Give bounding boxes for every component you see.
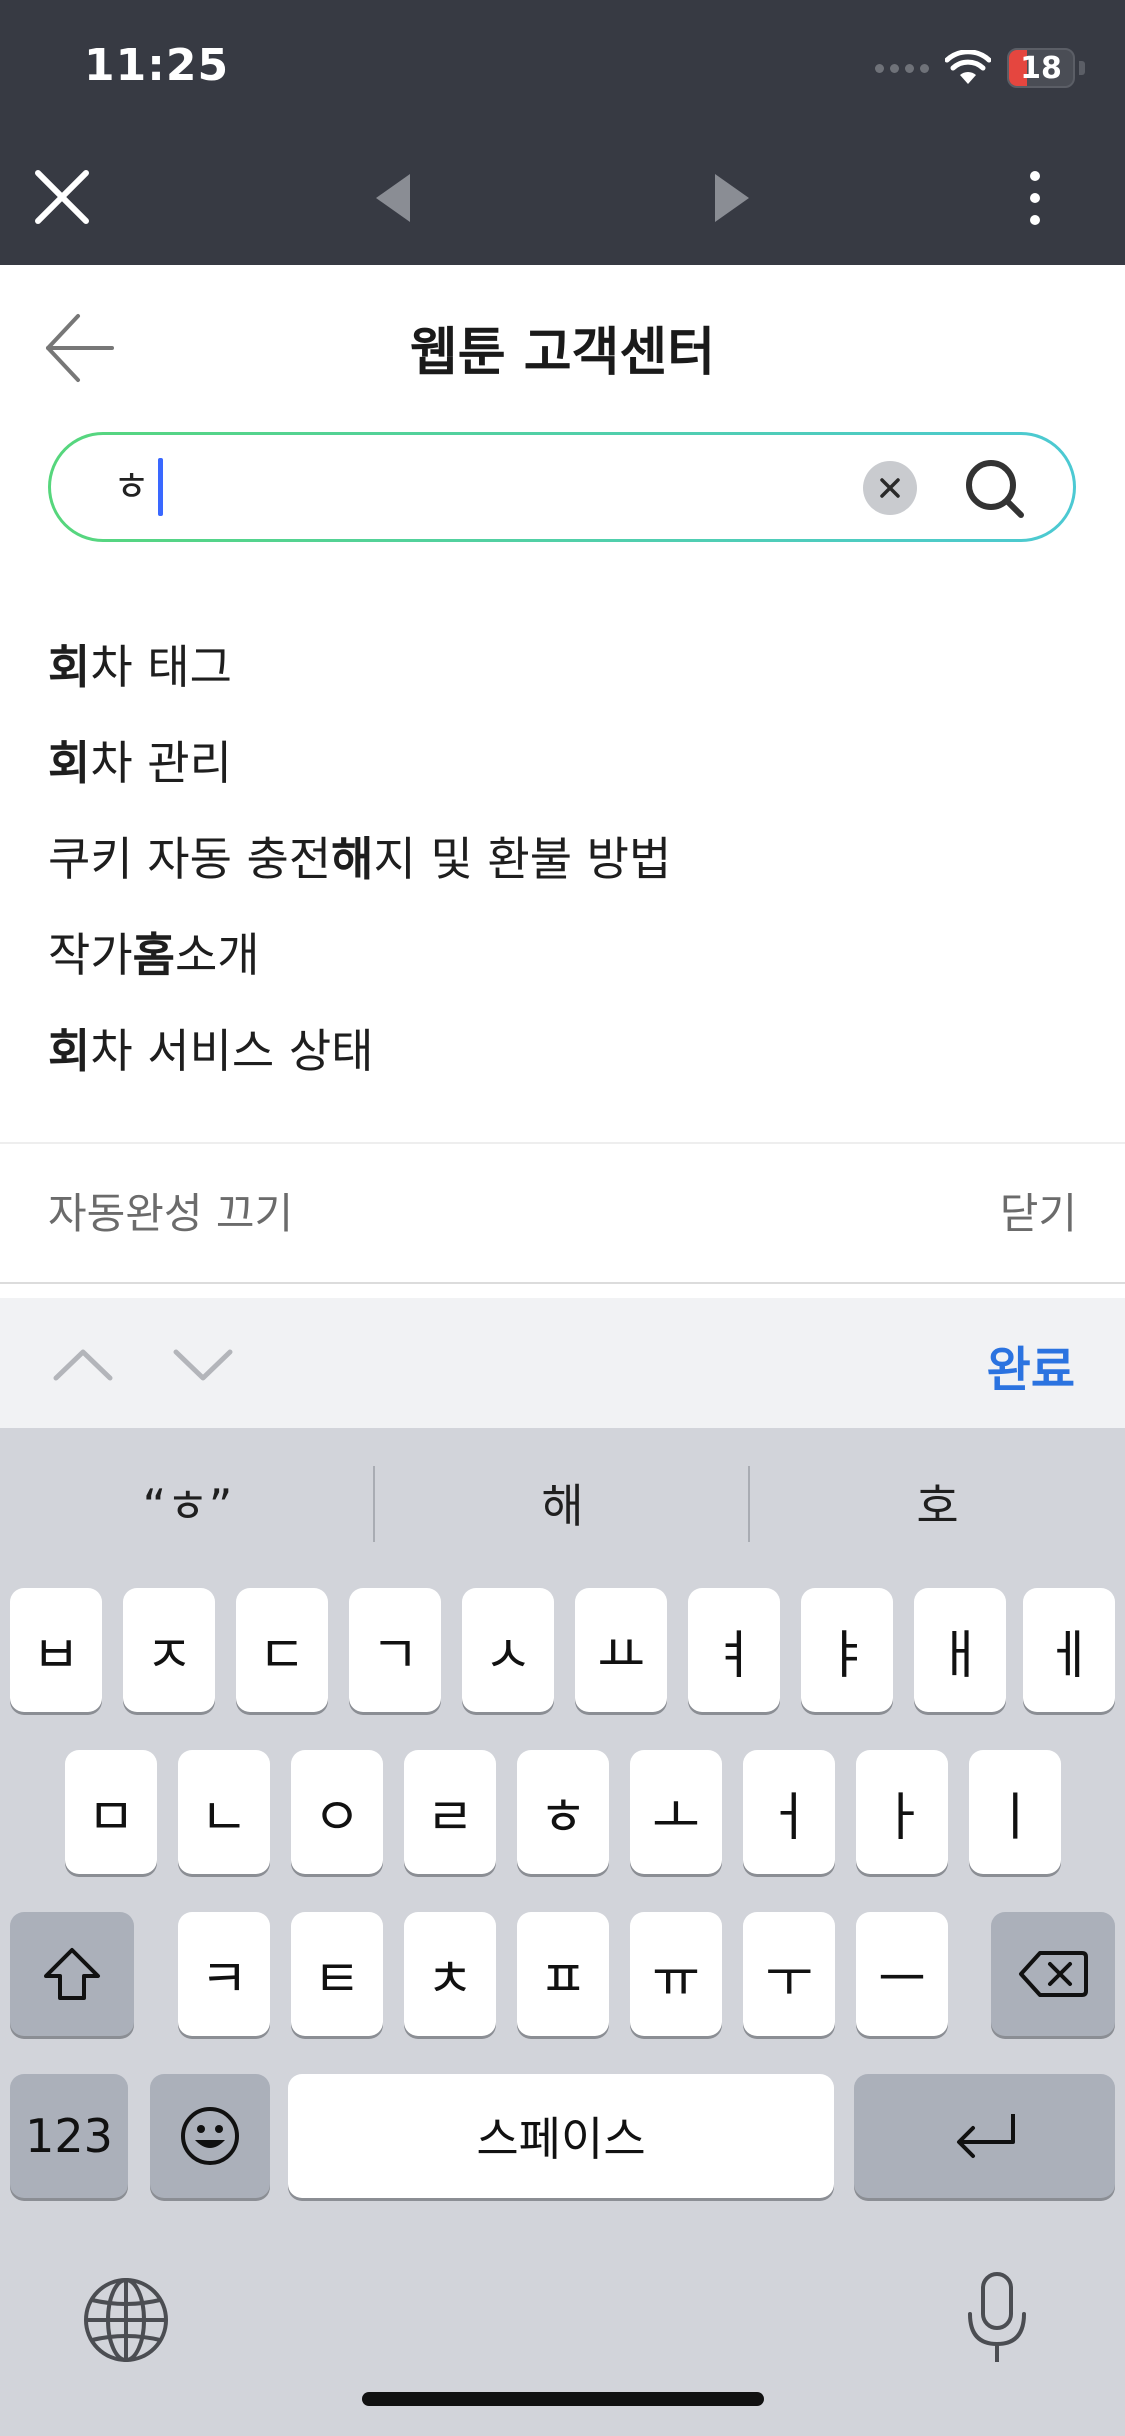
divider xyxy=(0,1282,1125,1284)
back-arrow-icon[interactable] xyxy=(370,170,420,226)
key[interactable]: ㅂ xyxy=(10,1588,102,1712)
key[interactable]: ㅕ xyxy=(688,1588,780,1712)
key[interactable]: ㅈ xyxy=(123,1588,215,1712)
battery-icon: 18 xyxy=(1007,48,1075,88)
prediction-item[interactable]: “ㅎ” xyxy=(0,1428,375,1578)
key[interactable]: ㅠ xyxy=(630,1912,722,2036)
search-input-value: ㅎ xyxy=(113,464,150,510)
chevron-up-icon[interactable] xyxy=(50,1336,116,1392)
space-key[interactable]: 스페이스 xyxy=(288,2074,834,2198)
key[interactable]: ㄱ xyxy=(349,1588,441,1712)
key[interactable]: ㅊ xyxy=(404,1912,496,2036)
autocomplete-off-button[interactable]: 자동완성 끄기 xyxy=(48,1180,293,1241)
return-key[interactable] xyxy=(854,2074,1115,2198)
autocomplete-list: 회차 태그 회차 관리 쿠키 자동 충전 해지 및 환불 방법 작가 홈 소개 … xyxy=(48,616,1078,1096)
key[interactable]: ㅡ xyxy=(856,1912,948,2036)
text-caret xyxy=(157,458,163,516)
emoji-key[interactable] xyxy=(150,2074,270,2198)
key[interactable]: ㅋ xyxy=(178,1912,270,2036)
shift-icon xyxy=(44,1948,100,2000)
key[interactable]: ㅜ xyxy=(743,1912,835,2036)
chevron-down-icon[interactable] xyxy=(170,1336,236,1392)
suggestion-item[interactable]: 회차 관리 xyxy=(48,712,1078,808)
forward-arrow-icon[interactable] xyxy=(705,170,755,226)
browser-toolbar: 11:25 18 xyxy=(0,0,1125,265)
key[interactable]: ㅣ xyxy=(969,1750,1061,1874)
microphone-icon[interactable] xyxy=(962,2268,1032,2368)
key[interactable]: ㅌ xyxy=(291,1912,383,2036)
prediction-bar: “ㅎ” 해 호 xyxy=(0,1428,1125,1578)
more-options-icon[interactable] xyxy=(1018,168,1052,228)
globe-icon[interactable] xyxy=(80,2274,172,2366)
keyboard-accessory-bar: 완료 xyxy=(0,1298,1125,1428)
prediction-item[interactable]: 해 xyxy=(375,1428,750,1578)
key[interactable]: ㄹ xyxy=(404,1750,496,1874)
clear-icon xyxy=(880,478,900,498)
search-field[interactable]: ㅎ xyxy=(48,432,1076,542)
key[interactable]: ㅗ xyxy=(630,1750,722,1874)
close-icon[interactable] xyxy=(30,165,94,229)
status-icons: 18 xyxy=(875,46,1085,90)
search-input[interactable]: ㅎ xyxy=(113,457,163,517)
suggestion-item[interactable]: 작가 홈 소개 xyxy=(48,904,1078,1000)
battery-level: 18 xyxy=(1020,50,1062,86)
key[interactable]: ㅑ xyxy=(801,1588,893,1712)
return-icon xyxy=(956,2114,1015,2158)
wifi-icon xyxy=(945,50,991,84)
key[interactable]: ㅏ xyxy=(856,1750,948,1874)
shift-key[interactable] xyxy=(10,1912,134,2036)
emoji-icon xyxy=(181,2107,239,2165)
suggestion-item[interactable]: 회차 서비스 상태 xyxy=(48,1000,1078,1096)
done-button[interactable]: 완료 xyxy=(987,1330,1075,1400)
key[interactable]: ㅛ xyxy=(575,1588,667,1712)
key[interactable]: ㄷ xyxy=(236,1588,328,1712)
key[interactable]: ㅅ xyxy=(462,1588,554,1712)
key[interactable]: ㅐ xyxy=(914,1588,1006,1712)
suggestion-item[interactable]: 쿠키 자동 충전 해지 및 환불 방법 xyxy=(48,808,1078,904)
backspace-icon xyxy=(1019,1951,1088,1997)
key[interactable]: ㄴ xyxy=(178,1750,270,1874)
prediction-item[interactable]: 호 xyxy=(750,1428,1125,1578)
status-time: 11:25 xyxy=(84,40,230,91)
key[interactable]: ㅓ xyxy=(743,1750,835,1874)
key[interactable]: ㅔ xyxy=(1023,1588,1115,1712)
clear-search-button[interactable] xyxy=(863,461,917,515)
numbers-key[interactable]: 123 xyxy=(10,2074,128,2198)
prediction-divider xyxy=(373,1466,375,1542)
cellular-signal-icon xyxy=(875,63,929,73)
home-indicator xyxy=(362,2392,764,2406)
page-title: 웹툰 고객센터 xyxy=(409,323,716,383)
key[interactable]: ㅍ xyxy=(517,1912,609,2036)
prediction-divider xyxy=(748,1466,750,1542)
divider xyxy=(0,1142,1125,1144)
search-icon[interactable] xyxy=(961,455,1029,523)
close-autocomplete-button[interactable]: 닫기 xyxy=(1000,1180,1077,1241)
key[interactable]: ㅁ xyxy=(65,1750,157,1874)
key[interactable]: ㅎ xyxy=(517,1750,609,1874)
key[interactable]: ㅇ xyxy=(291,1750,383,1874)
suggestion-item[interactable]: 회차 태그 xyxy=(48,616,1078,712)
delete-key[interactable] xyxy=(991,1912,1115,2036)
